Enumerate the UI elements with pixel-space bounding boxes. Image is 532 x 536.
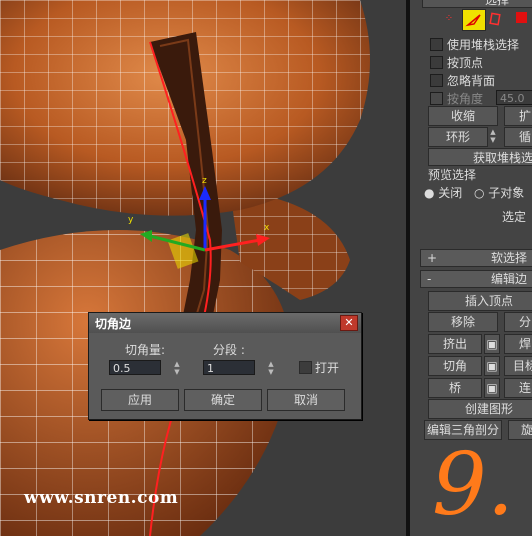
by-angle-checkbox[interactable] (430, 92, 443, 105)
shrink-button[interactable]: 收缩 (428, 106, 498, 126)
watermark: www.snren.com (24, 488, 179, 508)
preview-subobject-label: 子对象 (488, 186, 525, 200)
cancel-button[interactable]: 取消 (267, 389, 345, 411)
bridge-button[interactable]: 桥 (428, 378, 482, 398)
edit-edges-title: 编辑边 (491, 272, 528, 286)
use-stack-selection-checkbox[interactable] (430, 38, 443, 51)
preview-subobject-radio[interactable]: ○ 子对象 (474, 184, 524, 201)
dialog-titlebar[interactable]: 切角边 ✕ (89, 313, 361, 333)
extrude-button[interactable]: 挤出 (428, 334, 482, 354)
border-mode-icon[interactable] (488, 11, 502, 27)
ok-button[interactable]: 确定 (184, 389, 262, 411)
ignore-backfacing-label: 忽略背面 (447, 74, 496, 88)
selection-rollout-header[interactable]: 选择 (422, 0, 532, 8)
use-stack-selection-label: 使用堆栈选择 (447, 38, 520, 52)
soft-selection-title: 软选择 (491, 251, 528, 265)
loop-button[interactable]: 循 (504, 127, 532, 147)
weld-button[interactable]: 焊 (504, 334, 532, 354)
mesh-render: z y x (0, 0, 370, 536)
preview-selection-label: 预览选择 (428, 168, 477, 182)
gizmo-x-label: x (264, 223, 270, 233)
ring-spinner[interactable]: ▲ ▼ (488, 128, 498, 144)
preview-off-label: 关闭 (438, 186, 463, 200)
insert-vertex-button[interactable]: 插入顶点 (428, 291, 532, 311)
selection-rollout-title: 选择 (485, 0, 510, 7)
close-icon[interactable]: ✕ (340, 315, 358, 331)
segments-label: 分段 : (213, 343, 245, 357)
bridge-settings-icon[interactable]: ▣ (484, 378, 500, 398)
connect-button[interactable]: 连 (504, 378, 532, 398)
by-angle-label: 按角度 (447, 92, 484, 106)
selected-status-text: 选定 (502, 210, 527, 224)
command-panel: 选择 ⁘ 使用堆栈选择 按顶点 忽略背面 按角度 45.0 收缩 扩 环形 ▲ ▼… (412, 0, 532, 536)
polygon-mode-icon[interactable] (516, 12, 527, 23)
remove-button[interactable]: 移除 (428, 312, 498, 332)
chamfer-amount-spinner[interactable]: ▲ ▼ (172, 360, 182, 376)
chamfer-settings-icon[interactable]: ▣ (484, 356, 500, 376)
chamfer-amount-label: 切角量: (125, 343, 166, 357)
edit-edges-rollout-header[interactable]: - 编辑边 (420, 270, 532, 288)
expand-sign: + (427, 251, 438, 265)
angle-value-field[interactable]: 45.0 (496, 90, 532, 105)
viewport-3d[interactable]: z y x www.snren.com (0, 0, 410, 536)
segments-field[interactable]: 1 (203, 360, 255, 375)
gizmo-y-label: y (128, 215, 134, 225)
vertex-mode-icon[interactable]: ⁘ (442, 12, 456, 26)
soft-selection-rollout-header[interactable]: + 软选择 (420, 249, 532, 267)
gizmo-z-label: z (202, 176, 207, 186)
chamfer-amount-field[interactable]: 0.5 (109, 360, 161, 375)
open-label: 打开 (315, 361, 340, 375)
target-weld-button[interactable]: 目标 (504, 356, 532, 376)
edge-mode-icon[interactable] (462, 9, 486, 31)
grow-button[interactable]: 扩 (504, 106, 532, 126)
ring-button[interactable]: 环形 (428, 127, 488, 147)
by-vertex-label: 按顶点 (447, 56, 484, 70)
apply-button[interactable]: 应用 (101, 389, 179, 411)
dialog-title: 切角边 (95, 317, 132, 331)
extrude-settings-icon[interactable]: ▣ (484, 334, 500, 354)
by-vertex-checkbox[interactable] (430, 56, 443, 69)
collapse-sign: - (427, 272, 432, 286)
segments-spinner[interactable]: ▲ ▼ (266, 360, 276, 376)
get-stack-selection-button[interactable]: 获取堆栈选择 (428, 148, 532, 166)
chamfer-button[interactable]: 切角 (428, 356, 482, 376)
handwritten-annotation: 9. (432, 435, 515, 535)
open-checkbox[interactable] (299, 361, 312, 374)
create-shape-button[interactable]: 创建图形 (428, 399, 532, 419)
viewport-border (406, 0, 410, 536)
ignore-backfacing-checkbox[interactable] (430, 74, 443, 87)
split-button[interactable]: 分 (504, 312, 532, 332)
preview-off-radio[interactable]: ● 关闭 (424, 184, 462, 201)
chamfer-edges-dialog: 切角边 ✕ 切角量: 0.5 ▲ ▼ 分段 : 1 ▲ ▼ 打开 应用 确定 取消 (88, 312, 362, 420)
